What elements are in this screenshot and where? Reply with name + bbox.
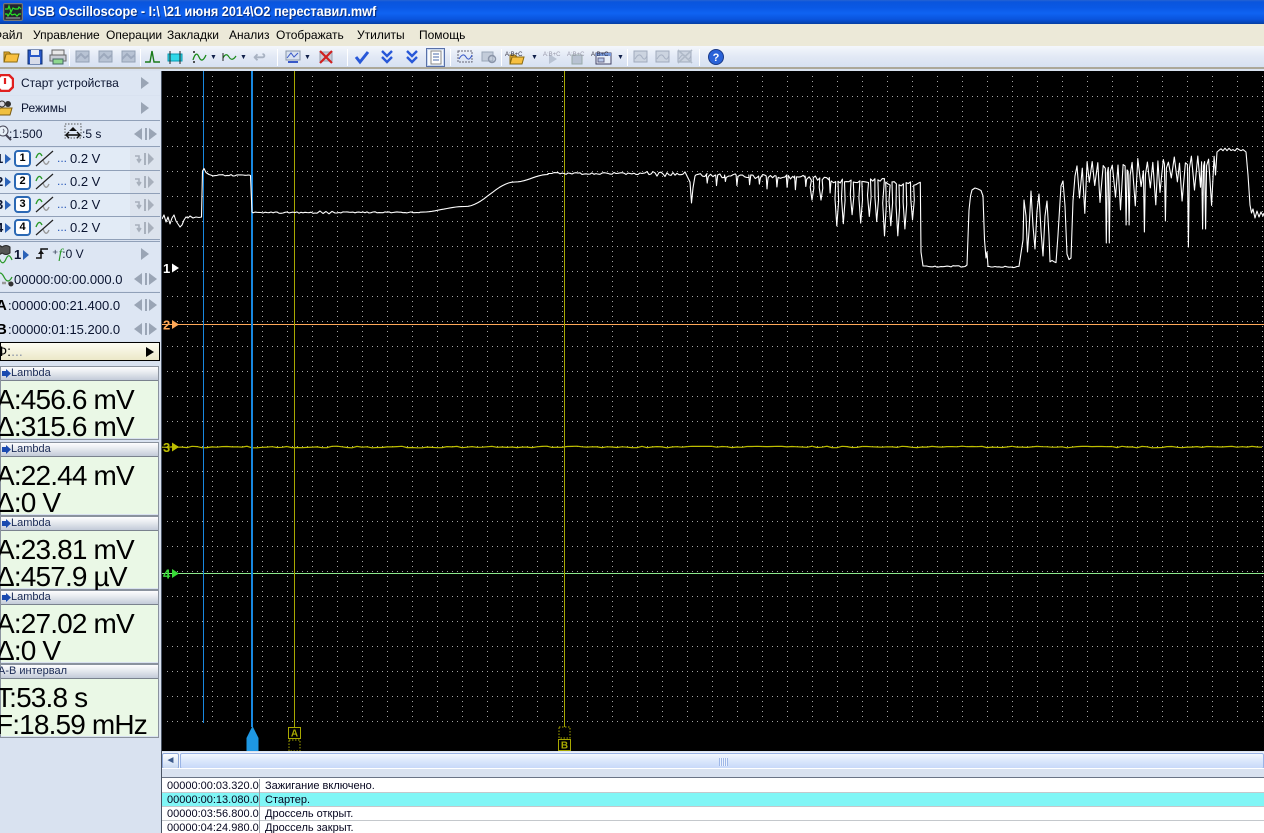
- svg-text:A: A: [291, 729, 298, 740]
- svg-text:?: ?: [712, 52, 719, 64]
- svg-text:1: 1: [163, 261, 170, 276]
- svg-text:3: 3: [163, 440, 170, 455]
- svg-text:B: B: [561, 741, 568, 752]
- svg-text:4: 4: [163, 567, 171, 582]
- svg-text:2: 2: [163, 318, 170, 333]
